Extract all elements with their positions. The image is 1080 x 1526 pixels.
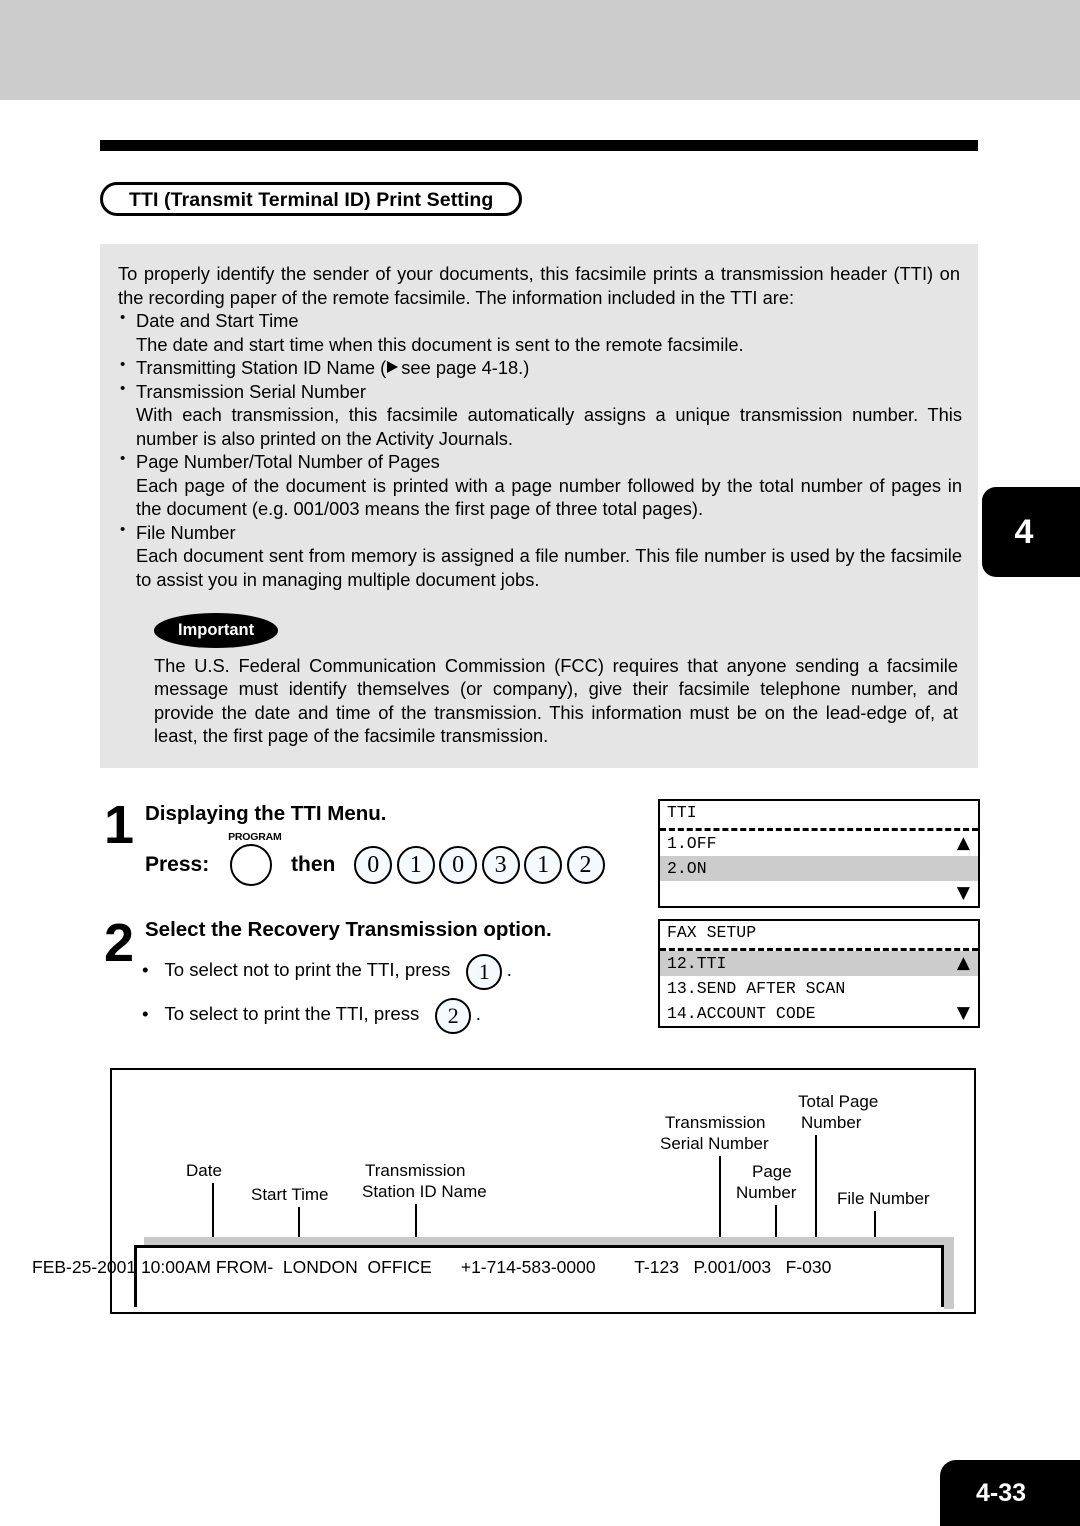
intro-panel: To properly identify the sender of your … — [100, 244, 978, 768]
lcd-screen-tti: TTI 1.OFF ▲ 2.ON ▼ — [658, 799, 980, 908]
bullet-label: File Number — [116, 520, 962, 545]
bullet-detail: Each document sent from memory is assign… — [136, 545, 962, 590]
program-key-button[interactable]: PROGRAM — [228, 831, 282, 886]
lcd-row-tti-selected[interactable]: 12.TTI ▲ — [660, 951, 978, 976]
list-item: Transmission Serial Number With each tra… — [116, 379, 962, 451]
keypad-key-2[interactable]: 2 — [566, 846, 605, 884]
diagram-label-page-number-l1: Page — [752, 1162, 792, 1181]
step-1-number: 1 — [104, 795, 135, 855]
content-column: TTI (Transmit Terminal ID) Print Setting… — [100, 140, 978, 768]
keypad-key-1-a[interactable]: 1 — [396, 846, 435, 884]
option-1-period: . — [506, 959, 512, 981]
diagram-label-page-number-l2: Number — [736, 1183, 797, 1202]
scroll-up-arrow-icon[interactable]: ▲ — [957, 951, 970, 976]
diagram-label-serial-l2: Serial Number — [660, 1134, 769, 1153]
option-2-period: . — [475, 1003, 481, 1025]
step-1-keysequence: Press: PROGRAM then 0 1 0 3 1 2 — [145, 831, 605, 886]
diagram-label-date: Date — [186, 1161, 222, 1180]
bullet-label-prefix: Transmitting Station ID Name ( — [136, 357, 387, 378]
lcd-row-on-selected[interactable]: 2.ON — [660, 856, 978, 881]
diagram-label-serial-l1: Transmission — [665, 1113, 766, 1132]
bullet-detail: With each transmission, this facsimile a… — [136, 404, 962, 449]
bullet-label-suffix: see page 4-18.) — [401, 357, 530, 378]
option-1-text: To select not to print the TTI, press — [164, 959, 451, 981]
lcd-row-text: 2.ON — [667, 859, 707, 878]
keypad-key-0-a[interactable]: 0 — [354, 846, 393, 884]
top-gray-band — [0, 0, 1080, 100]
lcd-row-off[interactable]: 1.OFF ▲ — [660, 831, 978, 856]
scroll-up-arrow-icon[interactable]: ▲ — [957, 831, 970, 856]
program-key-label: PROGRAM — [228, 831, 282, 843]
diagram-label-file-number: File Number — [837, 1189, 930, 1208]
lcd-row-account-code[interactable]: 14.ACCOUNT CODE ▼ — [660, 1001, 978, 1026]
keypad-key-0-b[interactable]: 0 — [439, 846, 478, 884]
bullet-label: Page Number/Total Number of Pages — [116, 449, 962, 474]
diagram-label-total-page-l2: Number — [801, 1113, 862, 1132]
diagram-label-start-time: Start Time — [251, 1185, 329, 1204]
option-1-bullet: • — [142, 959, 149, 981]
scroll-down-arrow-icon[interactable]: ▼ — [957, 881, 970, 906]
diagram-label-station-id-l2: Station ID Name — [362, 1182, 487, 1201]
list-item: Date and Start Time The date and start t… — [116, 308, 962, 356]
option-2-bullet: • — [142, 1003, 149, 1025]
scroll-down-arrow-icon[interactable]: ▼ — [957, 1001, 970, 1026]
lcd-row-text: 1.OFF — [667, 834, 717, 853]
keypad-key-1-b[interactable]: 1 — [524, 846, 563, 884]
step-2-option-1: • To select not to print the TTI, press … — [142, 954, 512, 990]
keypad-key-3[interactable]: 3 — [481, 846, 520, 884]
lcd-screen-fax-setup: FAX SETUP 12.TTI ▲ 13.SEND AFTER SCAN 14.… — [658, 919, 980, 1028]
bullet-label-with-page-ref: Transmitting Station ID Name ( see page 4… — [116, 355, 962, 380]
lcd-row-blank: ▼ — [660, 881, 978, 906]
lcd-row-text: 13.SEND AFTER SCAN — [667, 979, 846, 998]
right-triangle-icon — [387, 360, 399, 373]
keypad-key-1-option[interactable]: 1 — [466, 954, 503, 990]
bullet-detail: The date and start time when this docume… — [136, 333, 744, 355]
step-1-heading: Displaying the TTI Menu. — [145, 802, 387, 825]
section-title-wrap: TTI (Transmit Terminal ID) Print Setting — [100, 182, 978, 216]
then-label: then — [291, 853, 336, 876]
diagram-label-station-id-l1: Transmission — [365, 1161, 466, 1180]
lcd-row-text: 14.ACCOUNT CODE — [667, 1004, 816, 1023]
fax-page-shadow-right — [944, 1237, 954, 1309]
step-2-option-2: • To select to print the TTI, press 2 . — [142, 998, 481, 1034]
page-number-footer: 4-33 — [940, 1460, 1080, 1526]
intro-paragraph: To properly identify the sender of your … — [118, 263, 960, 308]
list-item: Page Number/Total Number of Pages Each p… — [116, 449, 962, 521]
lcd-title-fax-setup: FAX SETUP — [660, 921, 978, 951]
lcd-title-tti: TTI — [660, 801, 978, 831]
important-badge: Important — [154, 613, 279, 648]
step-2-heading: Select the Recovery Transmission option. — [145, 918, 552, 941]
option-2-text: To select to print the TTI, press — [164, 1003, 420, 1025]
lcd-row-send-after-scan[interactable]: 13.SEND AFTER SCAN — [660, 976, 978, 1001]
header-rule — [100, 140, 978, 151]
lcd-row-text: 12.TTI — [667, 954, 727, 973]
press-label: Press: — [145, 853, 210, 876]
diagram-label-total-page-l1: Total Page — [798, 1092, 879, 1111]
step-2-number: 2 — [104, 913, 135, 973]
important-body: The U.S. Federal Communication Commissio… — [154, 654, 958, 747]
tti-contents-list: Date and Start Time The date and start t… — [116, 308, 962, 592]
bullet-label: Date and Start Time — [116, 308, 962, 333]
page-title: TTI (Transmit Terminal ID) Print Setting — [100, 182, 523, 216]
keypad-key-2-option[interactable]: 2 — [435, 998, 472, 1034]
chapter-tab: 4 — [982, 487, 1080, 577]
list-item: Transmitting Station ID Name ( see page 4… — [116, 355, 962, 380]
fax-header-text: FEB-25-2001 10:00AM FROM- LONDON OFFICE … — [32, 1257, 832, 1277]
bullet-detail: Each page of the document is printed wit… — [136, 474, 962, 520]
bullet-label: Transmission Serial Number — [116, 379, 962, 404]
list-item: File Number Each document sent from memo… — [116, 520, 962, 592]
